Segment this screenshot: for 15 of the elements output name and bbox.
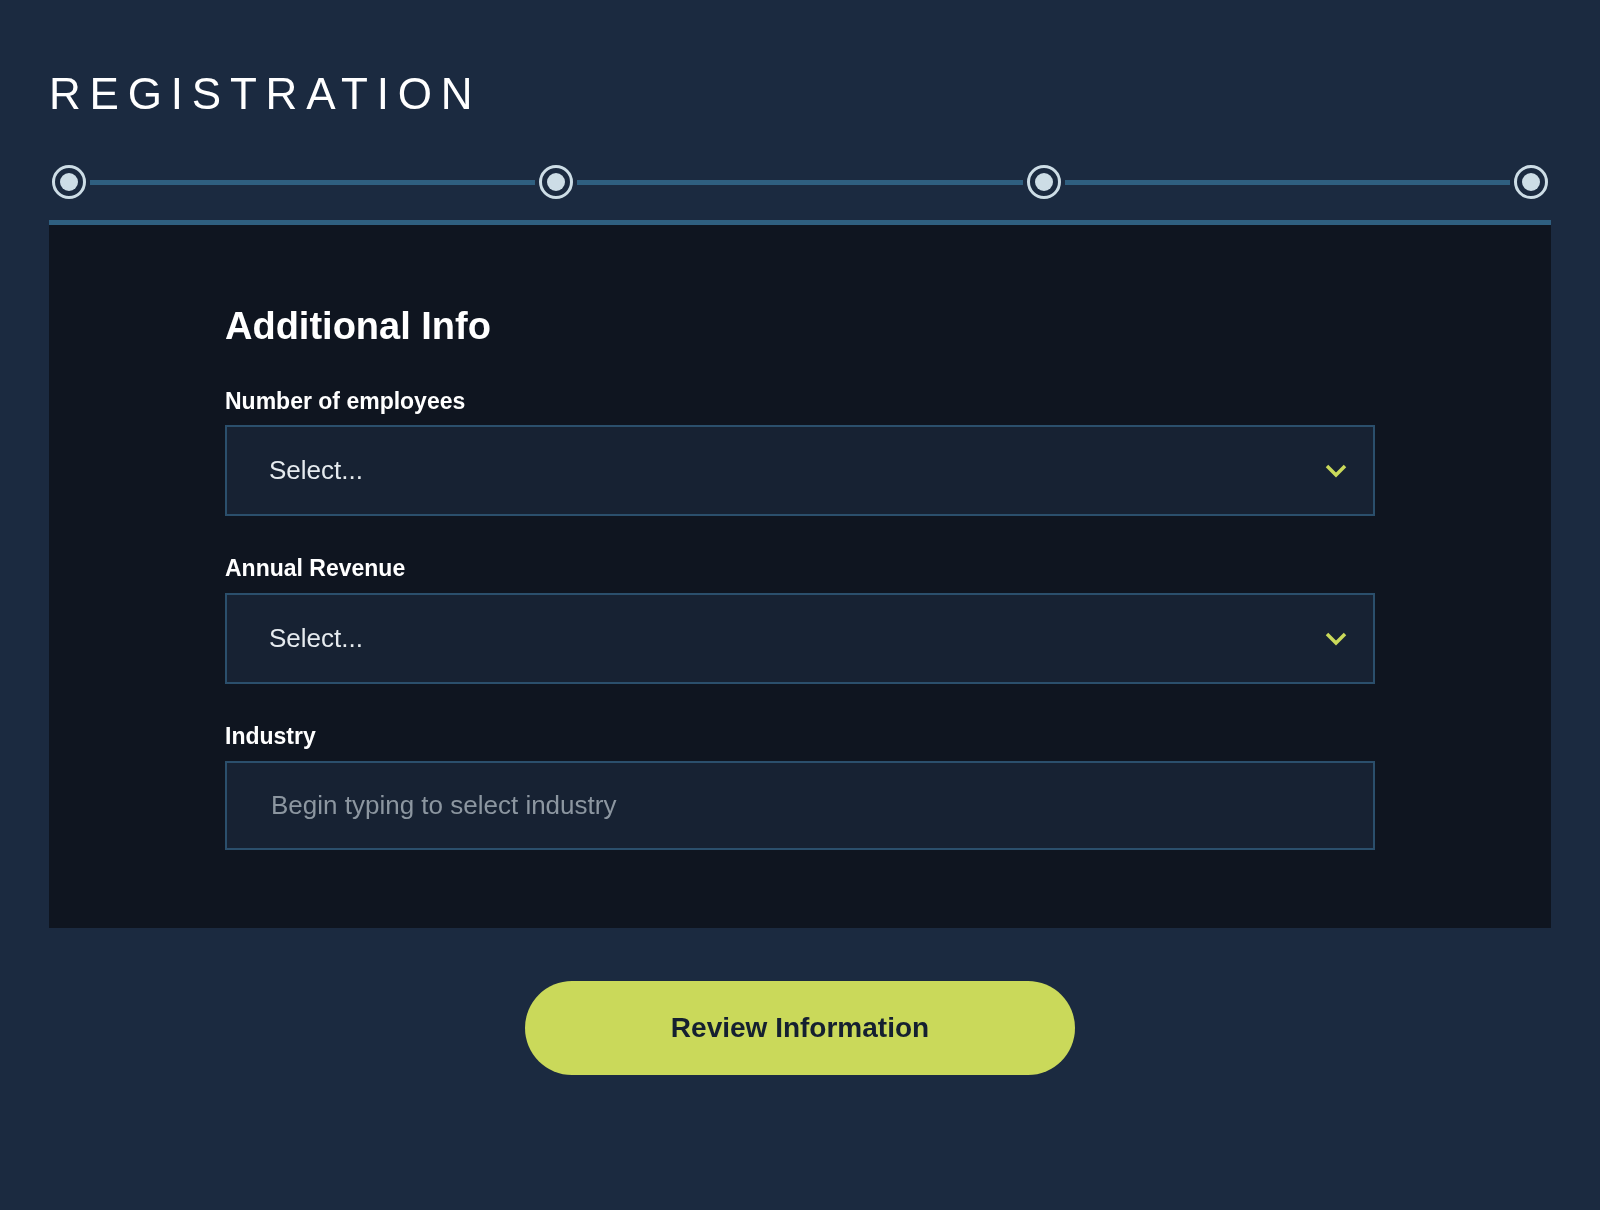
page-title: REGISTRATION — [49, 72, 482, 116]
field-label: Number of employees — [225, 386, 466, 416]
input-field[interactable]: Begin typing to select industry — [225, 760, 1375, 850]
review-button[interactable]: Review Information — [525, 981, 1075, 1075]
step-node-icon — [1513, 164, 1549, 200]
select-field[interactable]: Select... — [225, 593, 1375, 684]
chevron-down-icon — [1325, 463, 1347, 478]
step-node-icon — [1025, 164, 1062, 200]
field-label: Industry — [225, 722, 316, 751]
step-node-icon — [538, 164, 575, 200]
field-label: Annual Revenue — [225, 554, 406, 583]
step-node-icon — [51, 164, 87, 200]
select-field[interactable]: Select... — [225, 425, 1375, 517]
chevron-down-icon — [1325, 631, 1347, 646]
form-heading: Additional Info — [225, 304, 491, 349]
